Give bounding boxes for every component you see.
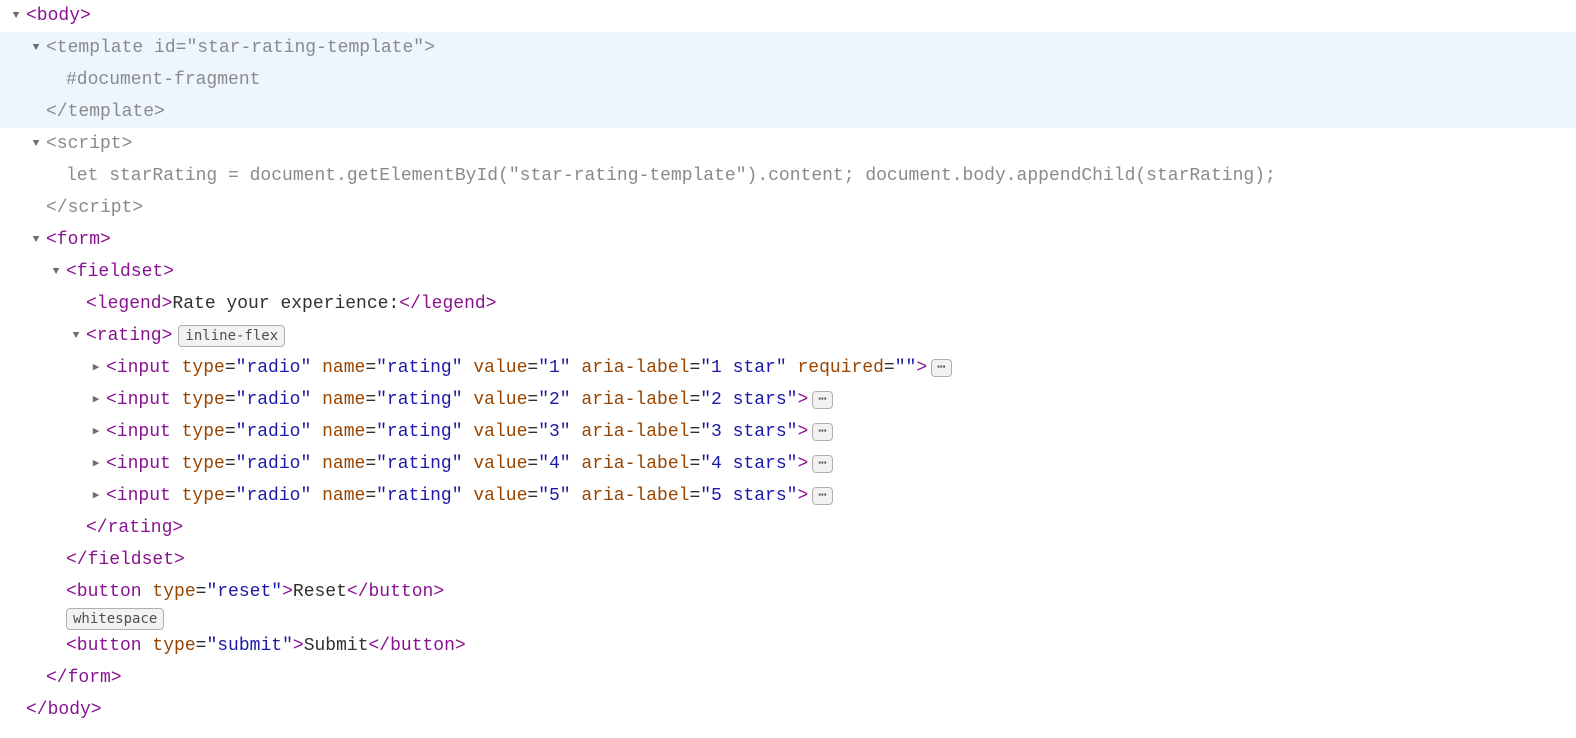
expand-arrow-icon[interactable]: ▼ [26, 224, 46, 256]
expand-arrow-icon[interactable]: ▼ [26, 128, 46, 160]
dom-script-content[interactable]: let starRating = document.getElementById… [0, 160, 1576, 192]
collapse-arrow-icon[interactable]: ▶ [86, 352, 106, 384]
tag-button-reset: <button type="reset">Reset</button> [66, 576, 444, 608]
dom-node-button-submit[interactable]: <button type="submit">Submit</button> [0, 630, 1576, 662]
display-badge: inline-flex [178, 325, 285, 347]
tag-input: <input type="radio" name="rating" value=… [106, 352, 927, 384]
dom-node-body[interactable]: ▼ <body> [0, 0, 1576, 32]
collapse-arrow-icon[interactable]: ▶ [86, 416, 106, 448]
document-fragment-label: #document-fragment [66, 64, 260, 96]
dom-document-fragment[interactable]: #document-fragment [0, 64, 1576, 96]
ellipsis-icon[interactable]: ⋯ [812, 423, 832, 441]
tag-template-close: </template> [46, 96, 165, 128]
expand-arrow-icon[interactable]: ▼ [26, 32, 46, 64]
script-text-content: let starRating = document.getElementById… [66, 160, 1276, 192]
tag-template-open: <template id="star-rating-template"> [46, 32, 435, 64]
tag-button-submit: <button type="submit">Submit</button> [66, 630, 466, 662]
dom-node-body-close[interactable]: </body> [0, 694, 1576, 726]
ellipsis-icon[interactable]: ⋯ [812, 487, 832, 505]
tag-input: <input type="radio" name="rating" value=… [106, 480, 808, 512]
tag-form-open: <form> [46, 224, 111, 256]
expand-arrow-icon[interactable]: ▼ [6, 0, 26, 32]
tag-rating-close: </rating> [86, 512, 183, 544]
tag-legend: <legend>Rate your experience:</legend> [86, 288, 496, 320]
dom-node-input[interactable]: ▶ <input type="radio" name="rating" valu… [0, 352, 1576, 384]
collapse-arrow-icon[interactable]: ▶ [86, 448, 106, 480]
dom-node-template-close[interactable]: </template> [0, 96, 1576, 128]
dom-node-form[interactable]: ▼ <form> [0, 224, 1576, 256]
dom-node-input[interactable]: ▶ <input type="radio" name="rating" valu… [0, 416, 1576, 448]
dom-node-form-close[interactable]: </form> [0, 662, 1576, 694]
tag-script-open: <script> [46, 128, 132, 160]
dom-node-rating[interactable]: ▼ <rating> inline-flex [0, 320, 1576, 352]
tag-script-close: </script> [46, 192, 143, 224]
ellipsis-icon[interactable]: ⋯ [812, 455, 832, 473]
dom-node-fieldset-close[interactable]: </fieldset> [0, 544, 1576, 576]
collapse-arrow-icon[interactable]: ▶ [86, 384, 106, 416]
tag-fieldset-close: </fieldset> [66, 544, 185, 576]
dom-node-input[interactable]: ▶ <input type="radio" name="rating" valu… [0, 480, 1576, 512]
tag-body-open: <body> [26, 0, 91, 32]
dom-node-rating-close[interactable]: </rating> [0, 512, 1576, 544]
whitespace-badge: whitespace [66, 608, 164, 630]
dom-node-input[interactable]: ▶ <input type="radio" name="rating" valu… [0, 384, 1576, 416]
tag-fieldset-open: <fieldset> [66, 256, 174, 288]
dom-node-button-reset[interactable]: <button type="reset">Reset</button> [0, 576, 1576, 608]
dom-node-script[interactable]: ▼ <script> [0, 128, 1576, 160]
dom-node-script-close[interactable]: </script> [0, 192, 1576, 224]
tag-input: <input type="radio" name="rating" value=… [106, 416, 808, 448]
tag-body-close: </body> [26, 694, 102, 726]
dom-whitespace-node[interactable]: whitespace [0, 608, 1576, 630]
tag-form-close: </form> [46, 662, 122, 694]
tag-input: <input type="radio" name="rating" value=… [106, 448, 808, 480]
dom-node-legend[interactable]: <legend>Rate your experience:</legend> [0, 288, 1576, 320]
ellipsis-icon[interactable]: ⋯ [812, 391, 832, 409]
tag-rating-open: <rating> [86, 320, 172, 352]
dom-node-fieldset[interactable]: ▼ <fieldset> [0, 256, 1576, 288]
expand-arrow-icon[interactable]: ▼ [66, 320, 86, 352]
expand-arrow-icon[interactable]: ▼ [46, 256, 66, 288]
tag-input: <input type="radio" name="rating" value=… [106, 384, 808, 416]
dom-node-template[interactable]: ▼ <template id="star-rating-template"> [0, 32, 1576, 64]
collapse-arrow-icon[interactable]: ▶ [86, 480, 106, 512]
ellipsis-icon[interactable]: ⋯ [931, 359, 951, 377]
dom-node-input[interactable]: ▶ <input type="radio" name="rating" valu… [0, 448, 1576, 480]
